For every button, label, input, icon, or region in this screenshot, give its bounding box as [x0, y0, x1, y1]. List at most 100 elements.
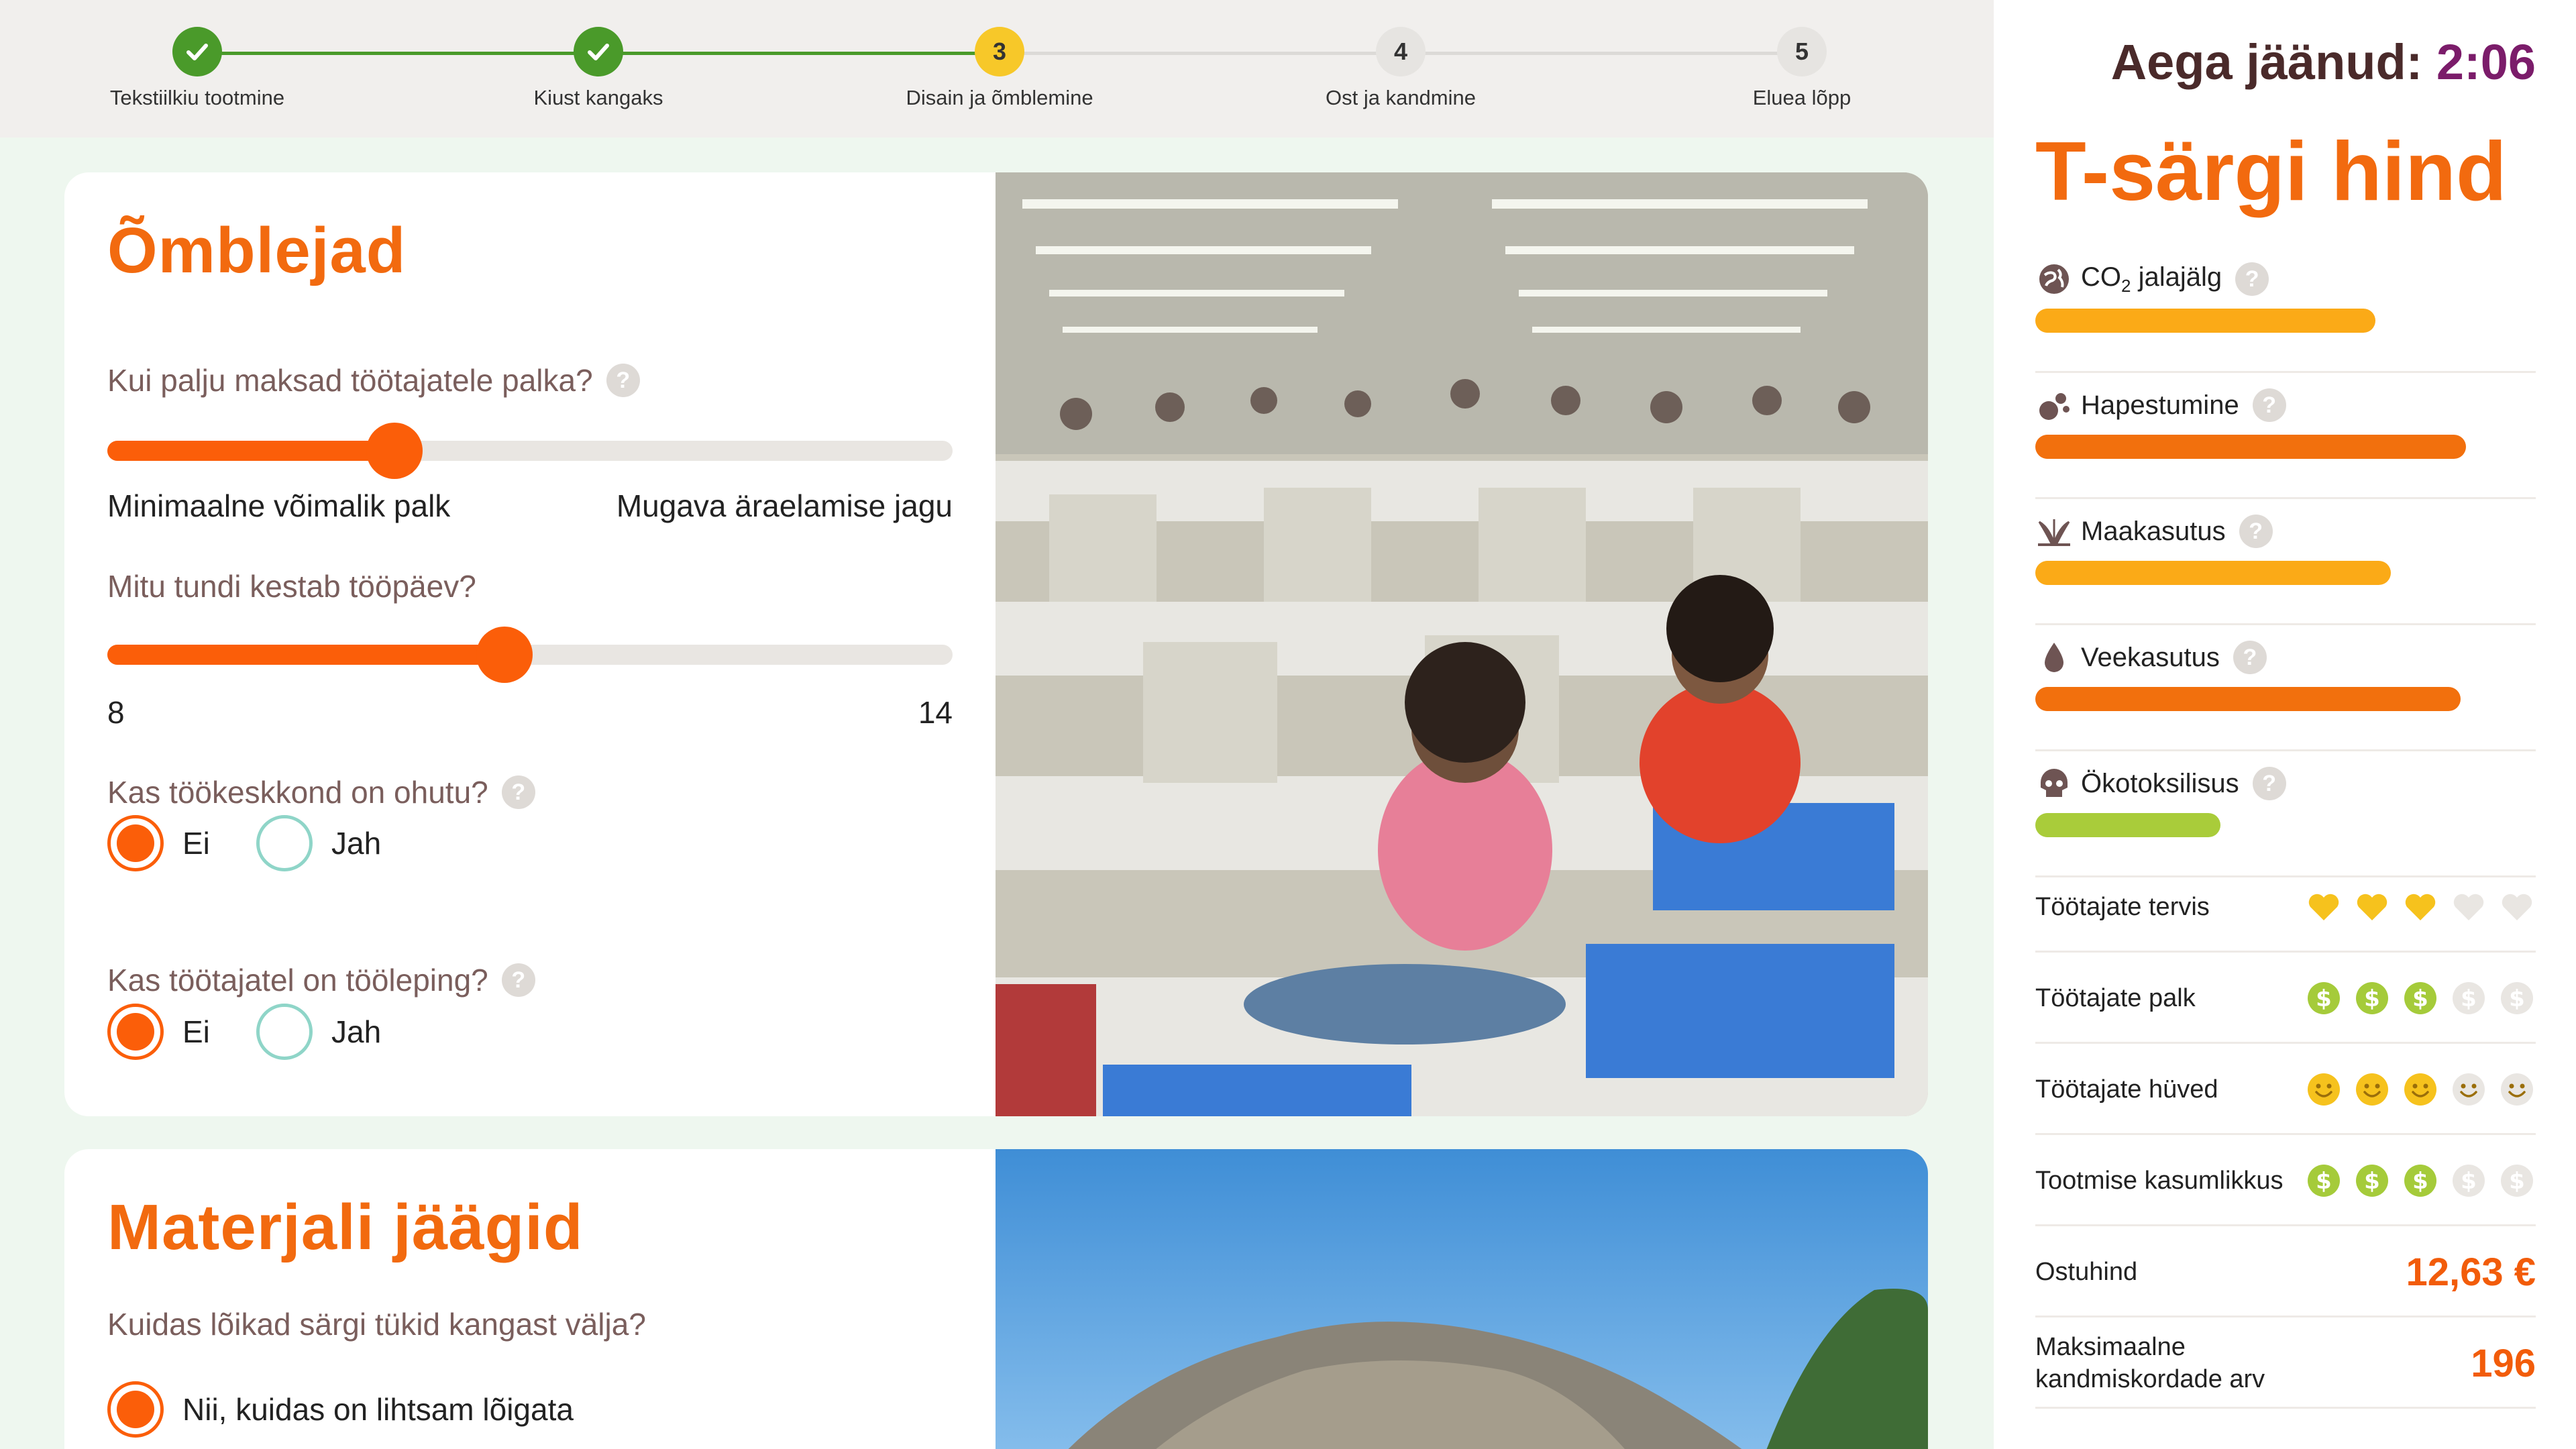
salary-min-label: Minimaalne võimalik palk [107, 488, 451, 523]
question-text: Kas töötajatel on tööleping? [107, 963, 488, 998]
purchase-price-row: Ostuhind 12,63 € [2035, 1226, 2536, 1318]
metric-bar [2035, 309, 2376, 333]
metric-bar [2035, 435, 2466, 459]
step-number: 5 [1777, 27, 1827, 76]
radio-circle [107, 1381, 164, 1438]
timer-label: Aega jäänud: [2110, 34, 2423, 90]
slider-fill [107, 645, 505, 665]
hours-question: Mitu tundi kestab tööpäev? [107, 568, 476, 604]
metric-label: Veekasutus [2081, 642, 2220, 672]
metric-bar [2035, 687, 2461, 711]
safety-radio-no[interactable]: Ei [107, 815, 210, 871]
step-connector [1002, 52, 1403, 55]
step-label: Kiust kangaks [533, 86, 663, 109]
cut-radio-easy[interactable]: Nii, kuidas on lihtsam lõigata [107, 1381, 574, 1438]
svg-text:$: $ [2412, 985, 2428, 1012]
card-title: Õmblejad [107, 215, 407, 286]
smiley-icon [2305, 1071, 2343, 1108]
hours-min-label: 8 [107, 695, 125, 730]
contract-radio-no[interactable]: Ei [107, 1004, 210, 1060]
help-icon[interactable]: ? [501, 775, 535, 809]
dollar-coin-icon: $ [2498, 979, 2536, 1017]
salary-slider[interactable] [107, 423, 953, 479]
svg-text:$: $ [2461, 1168, 2477, 1195]
step-label: Eluea lõpp [1752, 86, 1851, 109]
metric-label: Hapestumine [2081, 390, 2239, 420]
safety-radio-yes[interactable]: Jah [256, 815, 381, 871]
rating-label: Töötajate hüved [2035, 1075, 2218, 1104]
help-icon[interactable]: ? [2252, 767, 2286, 800]
rating-icons: $ $ $ $ $ [2294, 953, 2536, 1044]
metric-ecotoxicity: Ökotoksilisus ? [2035, 751, 2536, 877]
metric-co2: CO2 jalajälg ? [2035, 247, 2536, 373]
radio-circle [107, 815, 164, 871]
radio-label: Nii, kuidas on lihtsam lõigata [182, 1392, 574, 1427]
question-text: Kui palju maksad töötajatele palka? [107, 363, 593, 398]
slider-handle[interactable] [476, 627, 533, 683]
contract-radio-yes[interactable]: Jah [256, 1004, 381, 1060]
question-text: Kuidas lõikad särgi tükid kangast välja? [107, 1307, 646, 1342]
skull-icon [2035, 765, 2073, 802]
rating-profitability: Tootmise kasumlikkus $ $ $ $ $ [2035, 1135, 2536, 1226]
rating-label: Töötajate palk [2035, 984, 2196, 1012]
dollar-coin-icon: $ [2305, 1162, 2343, 1199]
garment-factory-photo [996, 172, 1928, 1116]
radio-label: Jah [331, 1014, 382, 1049]
heart-icon [2353, 888, 2391, 926]
slider-handle[interactable] [366, 423, 423, 479]
smiley-icon [2450, 1071, 2487, 1108]
max-wear-count-value: 196 [2471, 1341, 2536, 1385]
contract-question: Kas töötajatel on tööleping? ? [107, 962, 535, 998]
acid-icon [2035, 386, 2073, 424]
purchase-price-value: 12,63 € [2406, 1250, 2536, 1294]
max-wear-count-label: Maksimaalne kandmiskordade arv [2035, 1333, 2265, 1393]
step-connector [1403, 52, 1805, 55]
step-label: Tekstiilkiu tootmine [109, 86, 285, 109]
help-icon[interactable]: ? [2239, 515, 2273, 548]
dollar-coin-icon: $ [2305, 979, 2343, 1017]
help-icon[interactable]: ? [2233, 641, 2267, 674]
rating-icons [2294, 1044, 2536, 1135]
step-connector [201, 52, 601, 55]
svg-text:$: $ [2509, 1168, 2525, 1195]
help-icon[interactable]: ? [606, 364, 640, 397]
metric-label: Ökotoksilisus [2081, 768, 2239, 798]
radio-circle [256, 815, 313, 871]
question-text: Kas töökeskkond on ohutu? [107, 775, 488, 810]
question-text: Mitu tundi kestab tööpäev? [107, 569, 476, 604]
dollar-coin-icon: $ [2498, 1162, 2536, 1199]
slider-fill [107, 441, 395, 461]
smiley-icon [2498, 1071, 2536, 1108]
sewers-card: Õmblejad Kui palju maksad töötajatele pa… [64, 172, 1928, 1116]
waste-card: Materjali jäägid Kuidas lõikad särgi tük… [64, 1149, 1928, 1449]
svg-text:$: $ [2509, 985, 2525, 1012]
rating-label: Töötajate tervis [2035, 893, 2210, 921]
help-icon[interactable]: ? [2252, 388, 2286, 422]
rating-worker-salary: Töötajate palk $ $ $ $ $ [2035, 953, 2536, 1044]
radio-label: Jah [331, 826, 382, 861]
dollar-coin-icon: $ [2402, 979, 2439, 1017]
progress-stepper: Tekstiilkiu tootmine Kiust kangaks 3 Dis… [0, 0, 1994, 138]
help-icon[interactable]: ? [501, 963, 535, 997]
heart-icon [2450, 888, 2487, 926]
radio-circle [107, 1004, 164, 1060]
metric-label: Maakasutus [2081, 516, 2226, 546]
step-label: Disain ja õmblemine [906, 86, 1093, 109]
dollar-coin-icon: $ [2353, 979, 2391, 1017]
rating-worker-health: Töötajate tervis [2035, 861, 2536, 953]
panel-title: T-särgi hind [2035, 125, 2507, 218]
main-content: Õmblejad Kui palju maksad töötajatele pa… [0, 138, 1994, 1449]
dollar-coin-icon: $ [2450, 1162, 2487, 1199]
countdown-timer: Aega jäänud: 2:06 [2111, 34, 2536, 91]
hours-slider[interactable] [107, 627, 953, 683]
globe-icon [2035, 260, 2073, 298]
dollar-coin-icon: $ [2450, 979, 2487, 1017]
rating-icons: $ $ $ $ $ [2294, 1135, 2536, 1226]
help-icon[interactable]: ? [2235, 262, 2269, 296]
metric-label: CO2 jalajälg [2081, 262, 2222, 296]
svg-text:$: $ [2364, 985, 2380, 1012]
smiley-icon [2402, 1071, 2439, 1108]
checkmark-icon [172, 27, 222, 76]
heart-icon [2402, 888, 2439, 926]
heart-icon [2498, 888, 2536, 926]
